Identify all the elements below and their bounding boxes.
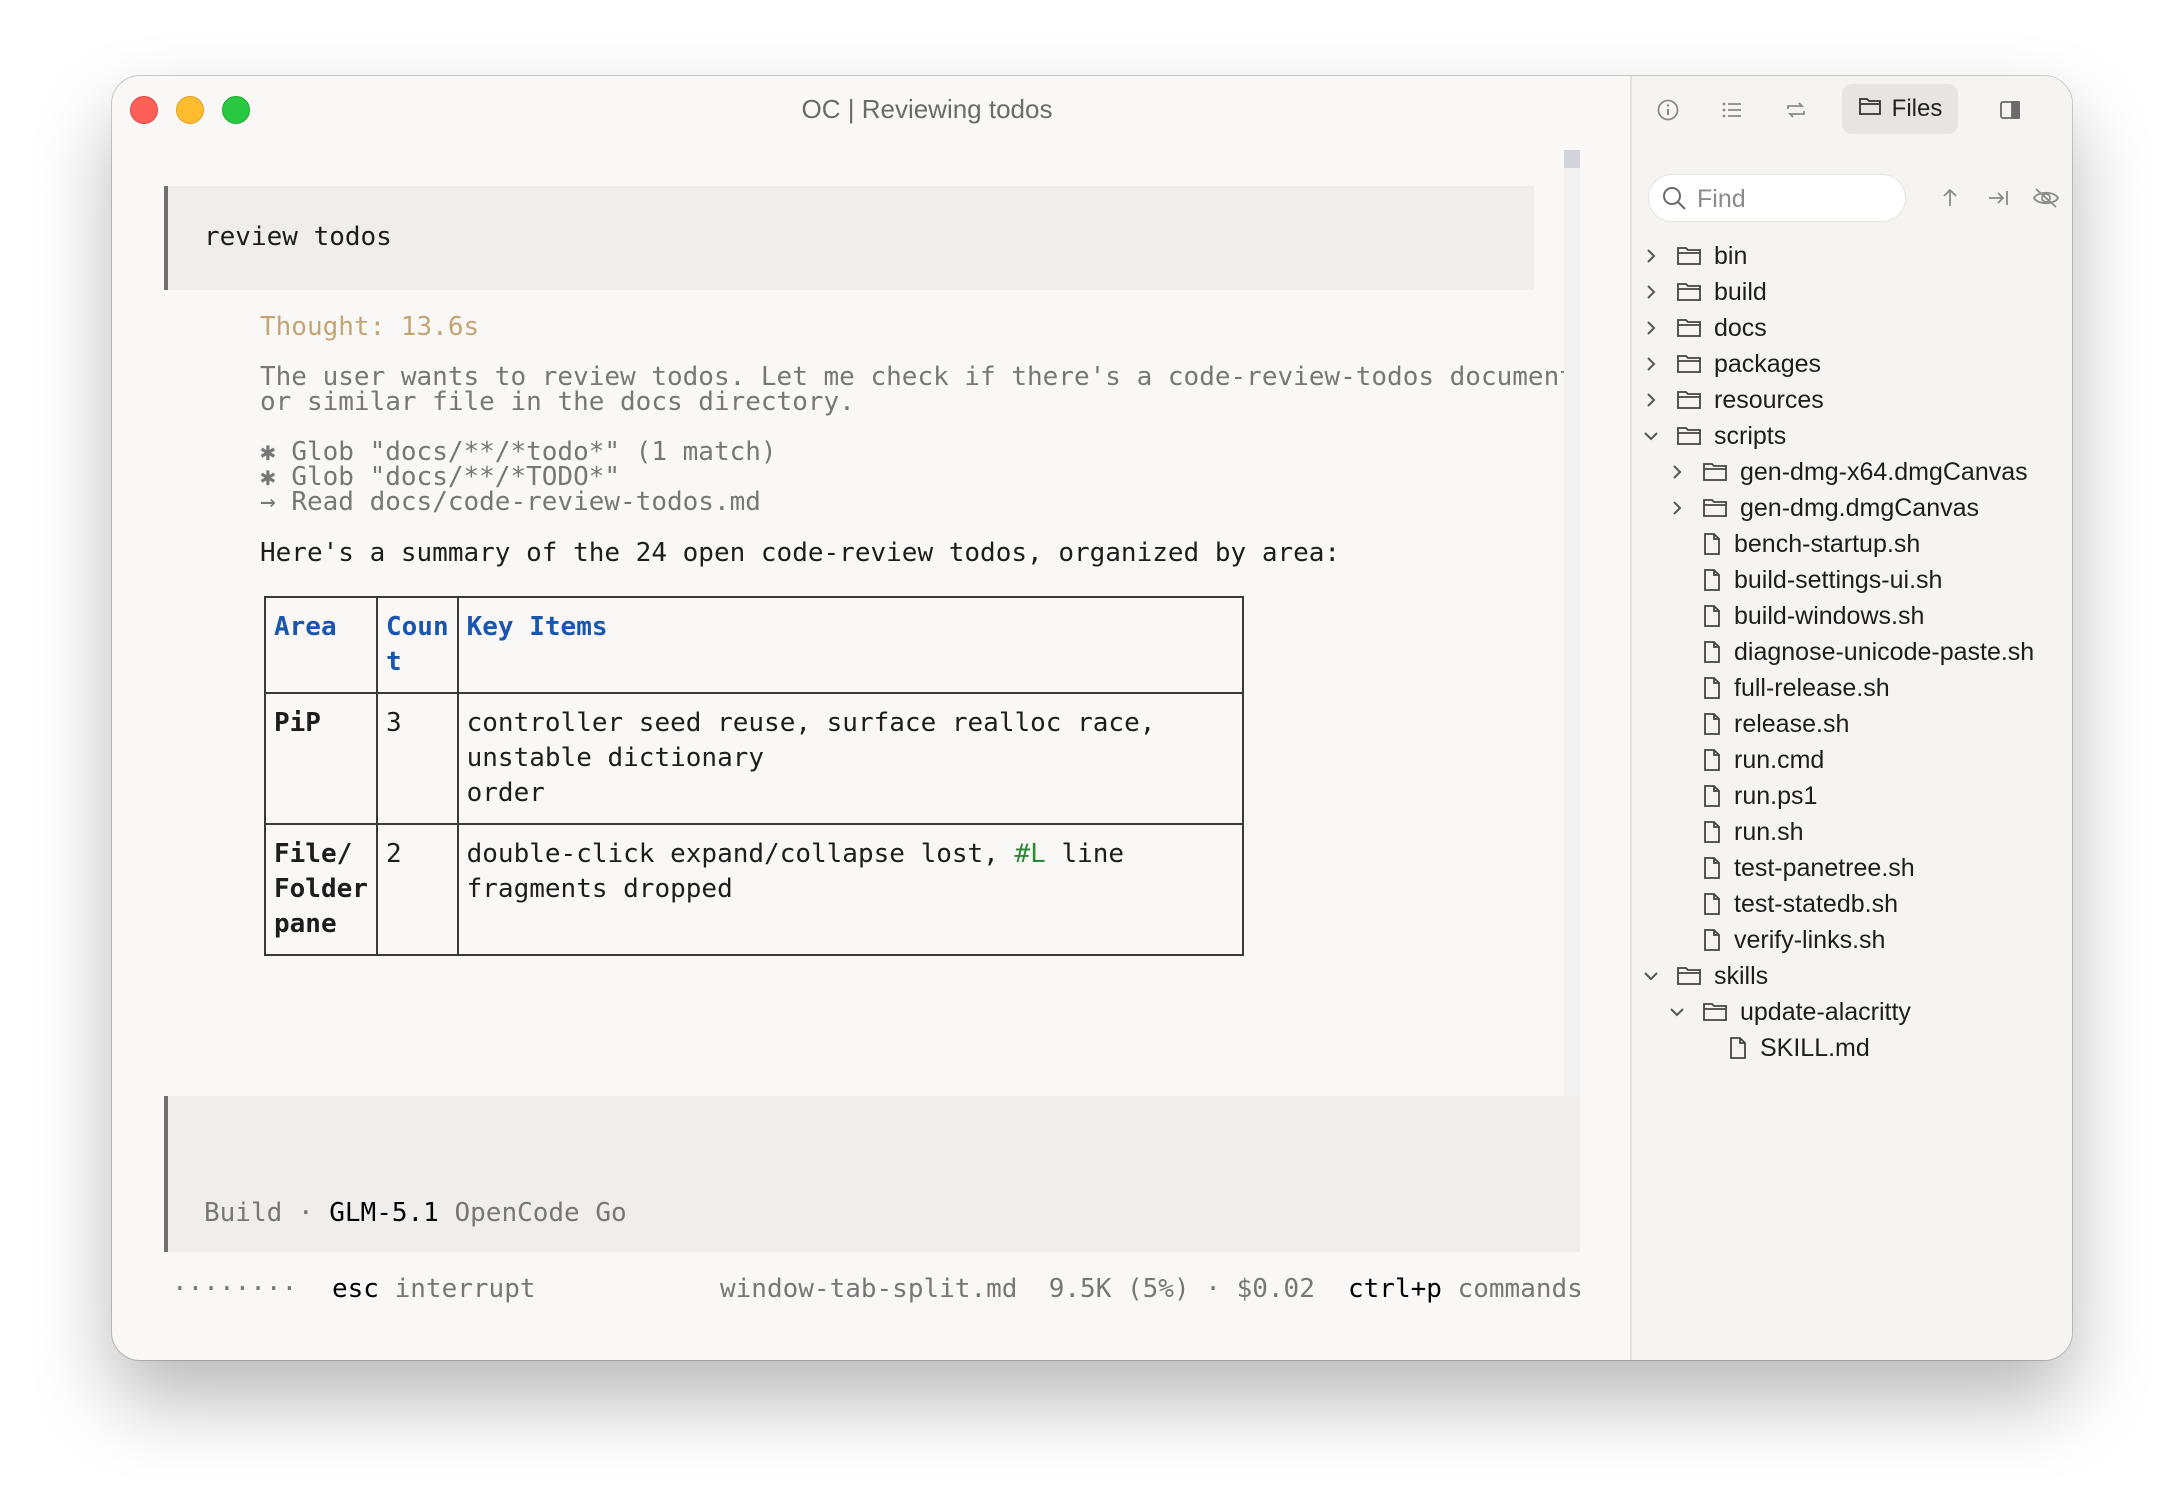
tool-call: → Read docs/code-review-todos.md xyxy=(260,487,761,517)
arrow-right-icon: → xyxy=(260,487,276,517)
refresh-icon[interactable] xyxy=(1778,92,1814,128)
tree-file[interactable]: SKILL.md xyxy=(1692,1023,1870,1073)
table-row: File/Folder pane 2 double-click expand/co… xyxy=(264,823,1244,956)
row-items: controller seed reuse, surface realloc r… xyxy=(456,692,1244,825)
folder-icon xyxy=(1676,246,1702,266)
row-count: 2 xyxy=(376,823,459,956)
file-icon xyxy=(1702,892,1722,916)
folder-icon xyxy=(1676,966,1702,986)
chevron-down-icon[interactable] xyxy=(1640,969,1662,983)
token-usage: 9.5K (5%) xyxy=(1048,1274,1190,1304)
chevron-right-icon[interactable] xyxy=(1640,283,1662,301)
search-icon xyxy=(1661,185,1687,216)
line-tag: #L xyxy=(1014,839,1046,869)
header-count: Coun t xyxy=(376,596,459,694)
tool-call-text: Read docs/code-review-todos.md xyxy=(291,487,761,517)
chevron-right-icon[interactable] xyxy=(1640,391,1662,409)
thought-label: Thought: 13.6s xyxy=(260,312,480,342)
cost: $0.02 xyxy=(1236,1274,1315,1304)
status-info: window-tab-split.md 9.5K (5%) · $0.02 xyxy=(720,1274,1315,1304)
prompt-input[interactable]: Build · GLM-5.1 OpenCode Go xyxy=(164,1096,1580,1252)
spinner: ········ xyxy=(172,1274,298,1304)
file-icon xyxy=(1702,604,1722,628)
find-box[interactable] xyxy=(1648,174,1906,223)
files-tab-label: Files xyxy=(1891,95,1943,122)
files-sidebar: Files binbuilddocspackagesresourcesscrip… xyxy=(1630,76,2072,1360)
file-icon xyxy=(1702,568,1722,592)
folder-icon xyxy=(1858,95,1882,123)
chevron-down-icon[interactable] xyxy=(1666,1005,1688,1019)
chevron-right-icon[interactable] xyxy=(1640,319,1662,337)
sidebar-toggle-icon[interactable] xyxy=(1992,92,2028,128)
file-icon xyxy=(1702,928,1722,952)
row-count: 3 xyxy=(376,692,459,825)
chevron-right-icon[interactable] xyxy=(1640,355,1662,373)
header-area: Area xyxy=(264,596,378,694)
file-icon xyxy=(1702,856,1722,880)
input-meta: Build · GLM-5.1 OpenCode Go xyxy=(204,1198,627,1228)
folder-icon xyxy=(1676,354,1702,374)
file-icon xyxy=(1702,820,1722,844)
file-icon xyxy=(1702,640,1722,664)
chevron-right-icon[interactable] xyxy=(1640,247,1662,265)
folder-icon xyxy=(1676,426,1702,446)
tree-item-label: SKILL.md xyxy=(1760,1033,1870,1062)
header-key-items: Key Items xyxy=(456,596,1244,694)
provider-label: OpenCode Go xyxy=(454,1198,627,1228)
transcript: review todos Thought: 13.6s The user wan… xyxy=(112,76,1630,1060)
eye-off-icon[interactable] xyxy=(2032,186,2060,215)
row-items: double-click expand/collapse lost, #L li… xyxy=(456,823,1244,956)
file-icon xyxy=(1702,784,1722,808)
interrupt-hint[interactable]: esc interrupt xyxy=(332,1274,536,1304)
todo-table: Area Coun t Key Items PiP 3 controller se… xyxy=(264,596,1244,956)
file-icon xyxy=(1728,1036,1748,1060)
main-panel: OC | Reviewing todos review todos Though… xyxy=(112,76,1630,1360)
current-file: window-tab-split.md xyxy=(720,1274,1018,1304)
table-header-row: Area Coun t Key Items xyxy=(264,596,1244,694)
commands-hint[interactable]: ctrl+p commands xyxy=(1348,1274,1583,1304)
folder-icon xyxy=(1702,498,1728,518)
find-input[interactable] xyxy=(1695,175,1899,223)
folder-icon xyxy=(1676,282,1702,302)
row-area: PiP xyxy=(264,692,378,825)
folder-icon xyxy=(1702,462,1728,482)
reveal-icon[interactable] xyxy=(1986,186,2010,215)
summary-text: Here's a summary of the 24 open code-rev… xyxy=(260,538,1341,568)
folder-icon xyxy=(1676,318,1702,338)
user-message-text: review todos xyxy=(204,222,392,252)
list-icon[interactable] xyxy=(1714,92,1750,128)
reasoning-line-2: or similar file in the docs directory. xyxy=(260,387,855,417)
file-icon xyxy=(1702,532,1722,556)
transcript-scrollbar[interactable] xyxy=(1564,150,1580,1138)
file-icon xyxy=(1702,712,1722,736)
file-icon xyxy=(1702,676,1722,700)
user-message: review todos xyxy=(164,186,1534,290)
file-icon xyxy=(1702,748,1722,772)
folder-icon xyxy=(1676,390,1702,410)
info-icon[interactable] xyxy=(1650,92,1686,128)
model-label[interactable]: GLM-5.1 xyxy=(329,1198,439,1228)
folder-icon xyxy=(1702,1002,1728,1022)
app-window: OC | Reviewing todos review todos Though… xyxy=(112,76,2072,1360)
mode-label[interactable]: Build xyxy=(204,1198,282,1228)
files-tab[interactable]: Files xyxy=(1842,84,1958,134)
row-area: File/Folder pane xyxy=(264,823,378,956)
chevron-down-icon[interactable] xyxy=(1640,429,1662,443)
table-row: PiP 3 controller seed reuse, surface rea… xyxy=(264,692,1244,825)
scrollbar-thumb[interactable] xyxy=(1564,150,1580,168)
arrow-up-icon[interactable] xyxy=(1938,186,1962,215)
chevron-right-icon[interactable] xyxy=(1666,499,1688,517)
chevron-right-icon[interactable] xyxy=(1666,463,1688,481)
